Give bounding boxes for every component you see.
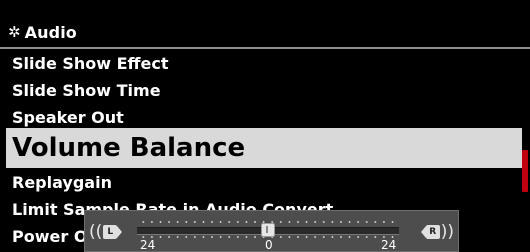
balance-slider-handle[interactable]: [261, 223, 275, 237]
right-sound-waves-icon: )): [440, 221, 454, 242]
header-divider: [0, 47, 530, 49]
right-speaker: R )): [420, 219, 454, 245]
menu-item-label: Replaygain: [12, 173, 112, 192]
max-label: 24: [381, 238, 397, 252]
right-channel-label: R: [429, 227, 437, 237]
left-sound-waves-icon: ((: [89, 221, 103, 242]
menu-item-slide-show-time[interactable]: Slide Show Time: [0, 77, 520, 104]
menu-item-label: Power O: [12, 227, 88, 246]
volume-balance-slider-panel: (( L 24 0 24 R )): [84, 210, 459, 252]
menu-item-speaker-out[interactable]: Speaker Out: [0, 104, 520, 131]
menu-item-label: Slide Show Effect: [12, 54, 169, 73]
menu-item-label: Slide Show Time: [12, 81, 161, 100]
center-label: 0: [265, 238, 273, 252]
menu-item-volume-balance[interactable]: Volume Balance: [6, 128, 522, 168]
right-speaker-icon: R: [420, 225, 440, 239]
left-channel-label: L: [107, 227, 114, 237]
gear-icon: ✲: [8, 22, 21, 41]
menu-item-replaygain[interactable]: Replaygain: [0, 169, 520, 196]
section-header: ✲ Audio: [8, 20, 77, 44]
section-title: Audio: [24, 22, 77, 42]
settings-screen: ✲ Audio Slide Show Effect Slide Show Tim…: [0, 0, 530, 252]
menu-item-label: Volume Balance: [12, 133, 246, 163]
min-label: 24: [140, 238, 156, 252]
left-speaker-icon: L: [103, 225, 123, 239]
left-speaker: (( L: [89, 219, 123, 245]
scrollbar[interactable]: [522, 150, 528, 192]
menu-item-slide-show-effect[interactable]: Slide Show Effect: [0, 50, 520, 77]
menu-item-label: Speaker Out: [12, 108, 124, 127]
